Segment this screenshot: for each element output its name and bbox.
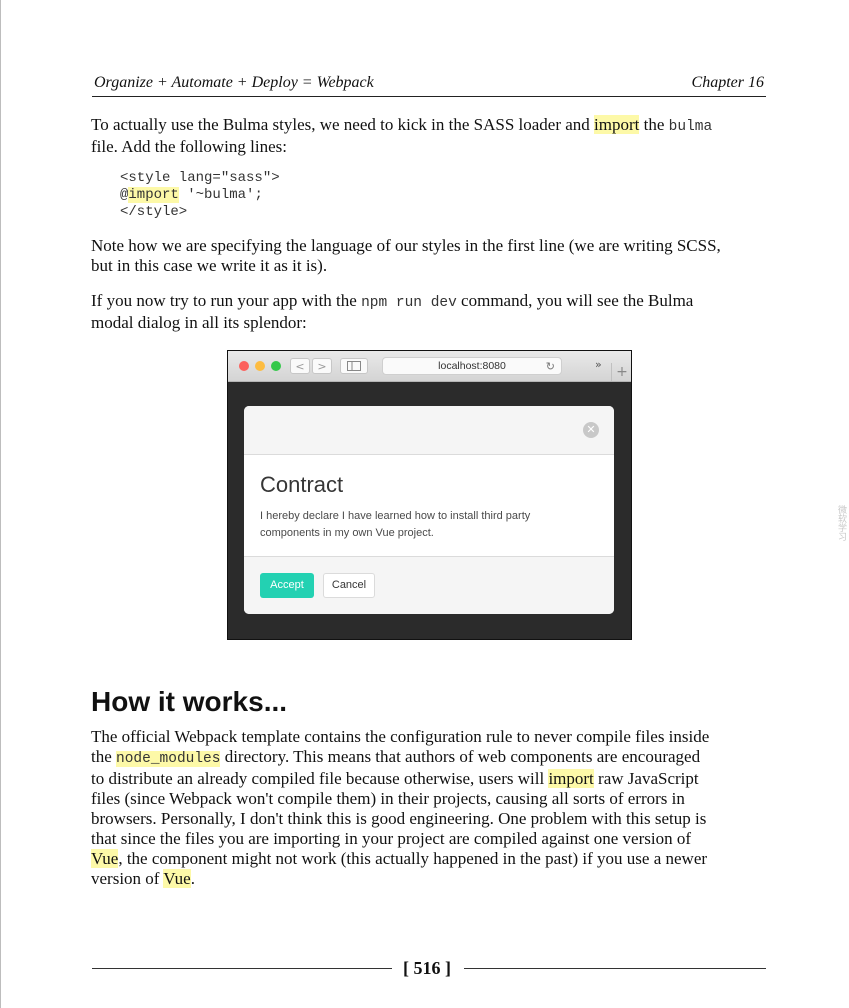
side-watermark: 微软学习 bbox=[836, 505, 846, 541]
paragraph-note: Note how we are specifying the language … bbox=[91, 236, 767, 276]
inline-code-node-modules: node_modules bbox=[116, 751, 221, 767]
modal-text-line: I hereby declare I have learned how to i… bbox=[260, 510, 531, 522]
reload-icon: ↻ bbox=[545, 360, 555, 373]
cancel-button: Cancel bbox=[323, 573, 375, 598]
text-span: directory. This means that authors of we… bbox=[220, 747, 701, 766]
modal-body: I hereby declare I have learned how to i… bbox=[260, 508, 580, 542]
text-span: command, you will see the Bulma bbox=[456, 291, 694, 310]
text-line: but in this case we write it as it is). bbox=[91, 256, 328, 275]
text-span: version of bbox=[91, 869, 164, 888]
modal-footer: Accept Cancel bbox=[244, 556, 614, 614]
text-line: The official Webpack template contains t… bbox=[91, 727, 710, 746]
inline-code-bulma: bulma bbox=[668, 119, 713, 135]
code-line-1: <style lang="sass"> bbox=[120, 170, 280, 186]
paragraph-run: If you now try to run your app with the … bbox=[91, 291, 767, 333]
modal-dialog: ✕ Contract I hereby declare I have learn… bbox=[244, 406, 614, 614]
inline-code-npm: npm run dev bbox=[361, 295, 457, 311]
minimize-dot-icon bbox=[255, 361, 265, 371]
code-line-2: @import '~bulma'; bbox=[120, 187, 280, 204]
back-button: < bbox=[290, 358, 310, 374]
text-line: that since the files you are importing i… bbox=[91, 829, 692, 848]
text-line: Note how we are specifying the language … bbox=[91, 236, 721, 255]
modal-header: ✕ bbox=[244, 406, 614, 455]
new-tab-icon: + bbox=[611, 363, 632, 381]
footer-rule-right bbox=[464, 968, 766, 969]
section-heading: How it works... bbox=[91, 686, 288, 717]
text-line: files (since Webpack won't compile them)… bbox=[91, 789, 685, 808]
footer-rule-left bbox=[92, 968, 392, 969]
code-block: <style lang="sass"> @import '~bulma'; </… bbox=[120, 170, 280, 221]
text-span: , the component might not work (this act… bbox=[118, 849, 708, 868]
zoom-dot-icon bbox=[271, 361, 281, 371]
highlight-import: import bbox=[594, 115, 640, 134]
running-header: Organize + Automate + Deploy = Webpack C… bbox=[92, 74, 766, 97]
close-icon: ✕ bbox=[583, 422, 599, 438]
modal-title: Contract bbox=[260, 472, 344, 497]
text-line: modal dialog in all its splendor: bbox=[91, 313, 307, 332]
highlight-vue: Vue bbox=[163, 869, 191, 888]
sidebar-icon bbox=[340, 358, 368, 374]
text-span: to distribute an already compiled file b… bbox=[91, 769, 549, 788]
text-span: If you now try to run your app with the bbox=[91, 291, 362, 310]
text-span: the bbox=[91, 747, 117, 766]
forward-button: > bbox=[312, 358, 332, 374]
accept-button: Accept bbox=[260, 573, 314, 598]
text-line: file. Add the following lines: bbox=[91, 137, 287, 156]
highlight-import: import bbox=[548, 769, 594, 788]
paragraph-how-it-works: The official Webpack template contains t… bbox=[91, 727, 767, 889]
header-chapter: Chapter 16 bbox=[691, 74, 764, 91]
modal-text-line: components in my own Vue project. bbox=[260, 527, 434, 539]
address-bar: localhost:8080 ↻ bbox=[382, 357, 562, 375]
header-title: Organize + Automate + Deploy = Webpack bbox=[94, 74, 374, 91]
text-span: the bbox=[639, 115, 669, 134]
highlight-import: import bbox=[128, 187, 179, 203]
close-dot-icon bbox=[239, 361, 249, 371]
text-span: . bbox=[190, 869, 195, 888]
highlight-vue: Vue bbox=[91, 849, 119, 868]
text-span: To actually use the Bulma styles, we nee… bbox=[91, 115, 595, 134]
browser-toolbar: < > localhost:8080 ↻ » + bbox=[228, 351, 631, 382]
browser-screenshot: < > localhost:8080 ↻ » + ✕ Contract I he… bbox=[227, 350, 632, 640]
page-edge bbox=[0, 0, 1, 1008]
text-span: raw JavaScript bbox=[593, 769, 699, 788]
paragraph-intro: To actually use the Bulma styles, we nee… bbox=[91, 115, 767, 157]
more-icon: » bbox=[595, 358, 602, 371]
page-number: [ 516 ] bbox=[403, 958, 451, 978]
code-rest: '~bulma'; bbox=[178, 187, 263, 203]
code-line-3: </style> bbox=[120, 204, 188, 220]
text-line: browsers. Personally, I don't think this… bbox=[91, 809, 707, 828]
url-text: localhost:8080 bbox=[438, 360, 506, 372]
